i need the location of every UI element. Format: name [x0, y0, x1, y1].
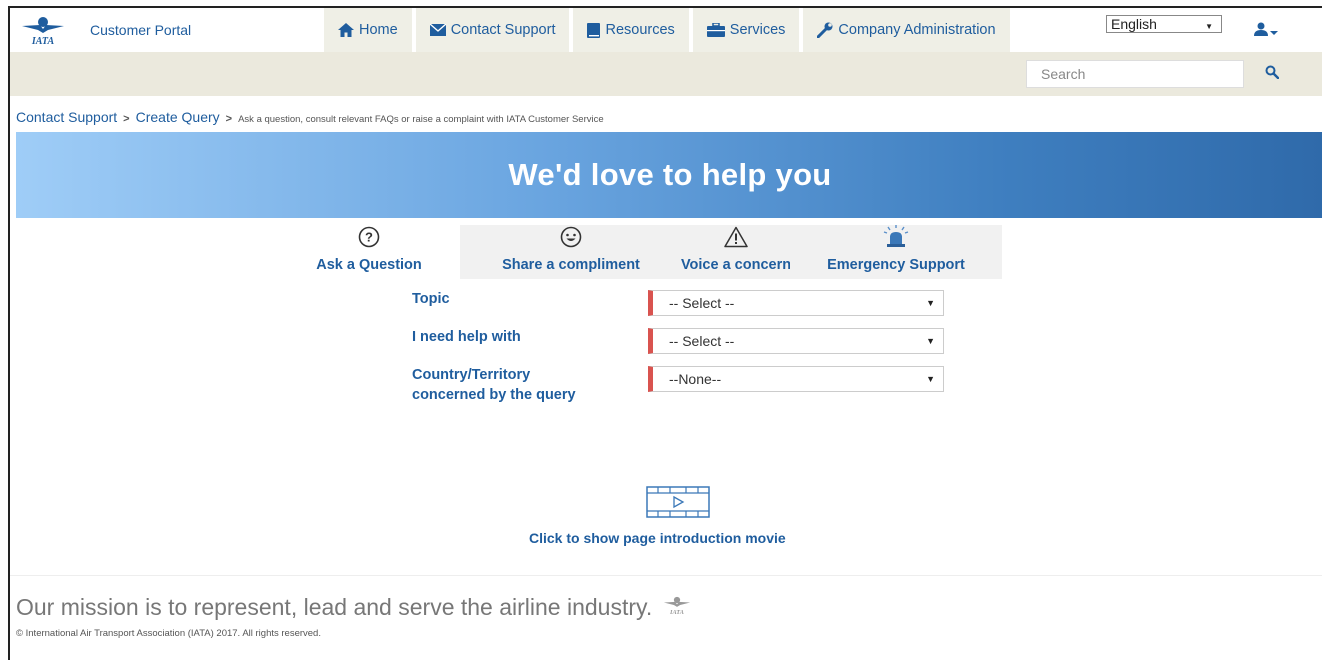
language-value: English — [1111, 16, 1157, 32]
nav-contact-support-label: Contact Support — [450, 22, 556, 38]
help-with-select[interactable]: -- Select -- ▼ — [648, 328, 944, 354]
mission-statement: Our mission is to represent, lead and se… — [16, 594, 694, 621]
help-with-label: I need help with — [412, 329, 521, 345]
nav-contact-support[interactable]: Contact Support — [415, 8, 570, 52]
topic-label: Topic — [412, 291, 450, 307]
search-button[interactable] — [1252, 60, 1292, 88]
country-select-value: --None-- — [669, 371, 722, 387]
breadcrumb-create-query[interactable]: Create Query — [136, 109, 220, 125]
breadcrumb-description: Ask a question, consult relevant FAQs or… — [238, 114, 604, 125]
film-play-icon[interactable] — [646, 486, 710, 523]
footer-divider — [10, 575, 1322, 576]
nav-resources[interactable]: Resources — [573, 8, 689, 52]
chevron-down-icon: ▼ — [926, 374, 935, 384]
country-label: Country/Territory concerned by the query — [412, 367, 576, 403]
tab-share-a-compliment-label: Share a compliment — [502, 257, 640, 273]
user-menu[interactable] — [1254, 22, 1278, 41]
smiley-icon — [560, 226, 582, 253]
svg-text:IATA: IATA — [669, 609, 684, 615]
intro-movie-link[interactable]: Click to show page introduction movie — [529, 530, 786, 546]
tab-share-a-compliment[interactable]: Share a compliment — [460, 225, 682, 279]
chevron-down-icon: ▼ — [926, 336, 935, 346]
hero-title: We'd love to help you — [508, 157, 832, 192]
chevron-down-icon: ▼ — [926, 298, 935, 308]
warning-icon — [724, 226, 748, 253]
breadcrumb-separator-icon: > — [123, 113, 130, 125]
user-icon — [1254, 22, 1268, 41]
search-band: Search — [10, 52, 1322, 96]
search-icon — [1265, 65, 1280, 84]
topic-select-value: -- Select -- — [669, 295, 735, 311]
help-with-select-value: -- Select -- — [669, 333, 735, 349]
tab-ask-a-question[interactable]: ? Ask a Question — [278, 225, 460, 279]
hero-banner: We'd love to help you — [16, 132, 1322, 218]
nav-resources-label: Resources — [605, 22, 675, 38]
breadcrumb: Contact Support > Create Query > Ask a q… — [16, 109, 604, 125]
language-select[interactable]: English ▼ — [1106, 15, 1222, 33]
tab-voice-a-concern-label: Voice a concern — [680, 257, 792, 273]
portal-title[interactable]: Customer Portal — [90, 22, 191, 38]
topic-select[interactable]: -- Select -- ▼ — [648, 290, 944, 316]
breadcrumb-contact-support[interactable]: Contact Support — [16, 109, 117, 125]
briefcase-icon — [706, 23, 725, 37]
search-input[interactable]: Search — [1026, 60, 1244, 88]
tab-voice-a-concern[interactable]: Voice a concern — [680, 225, 792, 279]
book-icon — [587, 22, 601, 38]
mission-text: Our mission is to represent, lead and se… — [16, 594, 653, 620]
envelope-icon — [429, 24, 446, 36]
home-icon — [338, 23, 354, 37]
tab-emergency-support[interactable]: Emergency Support — [790, 225, 1002, 279]
nav-company-administration[interactable]: Company Administration — [803, 8, 1010, 52]
nav-services-label: Services — [729, 22, 786, 38]
browser-frame: IATA Customer Portal Home Contact Suppor… — [8, 6, 1322, 660]
question-circle-icon: ? — [358, 226, 380, 253]
top-navbar: IATA Customer Portal Home Contact Suppor… — [10, 8, 1322, 52]
chevron-down-icon: ▼ — [1205, 22, 1213, 31]
main-nav: Home Contact Support Resources Services — [324, 8, 1014, 52]
copyright-text: © International Air Transport Associatio… — [16, 628, 321, 639]
wrench-icon — [817, 22, 833, 38]
caret-down-icon — [1270, 23, 1278, 41]
nav-home-label: Home — [359, 22, 398, 38]
nav-services[interactable]: Services — [692, 8, 800, 52]
query-type-tabs: ? Ask a Question Share a compliment Voic… — [278, 225, 1002, 279]
tab-ask-a-question-label: Ask a Question — [316, 257, 422, 273]
tab-emergency-support-label: Emergency Support — [827, 257, 965, 273]
nav-home[interactable]: Home — [324, 8, 412, 52]
breadcrumb-separator-icon: > — [225, 113, 233, 125]
iata-logo[interactable]: IATA — [20, 14, 66, 47]
svg-text:IATA: IATA — [31, 36, 55, 46]
country-select[interactable]: --None-- ▼ — [648, 366, 944, 392]
siren-icon — [881, 224, 911, 253]
iata-footer-logo-icon: IATA — [660, 594, 694, 621]
svg-text:?: ? — [365, 230, 373, 245]
nav-company-administration-label: Company Administration — [838, 22, 996, 38]
